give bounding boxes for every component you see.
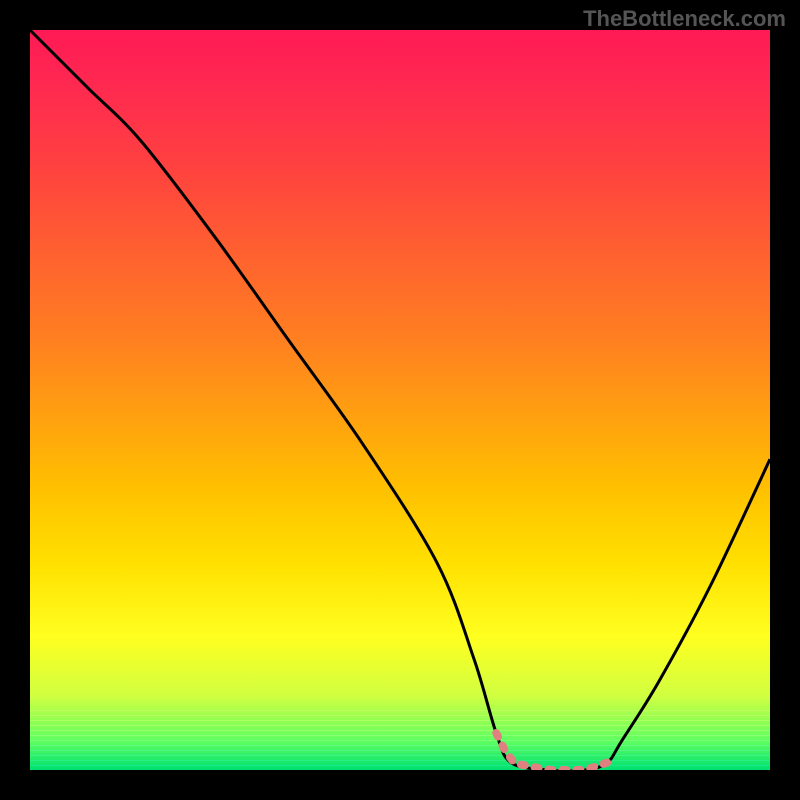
chart-plot-area xyxy=(30,30,770,770)
bottleneck-curve-path xyxy=(30,30,770,770)
curve-svg xyxy=(30,30,770,770)
watermark-text: TheBottleneck.com xyxy=(583,6,786,32)
